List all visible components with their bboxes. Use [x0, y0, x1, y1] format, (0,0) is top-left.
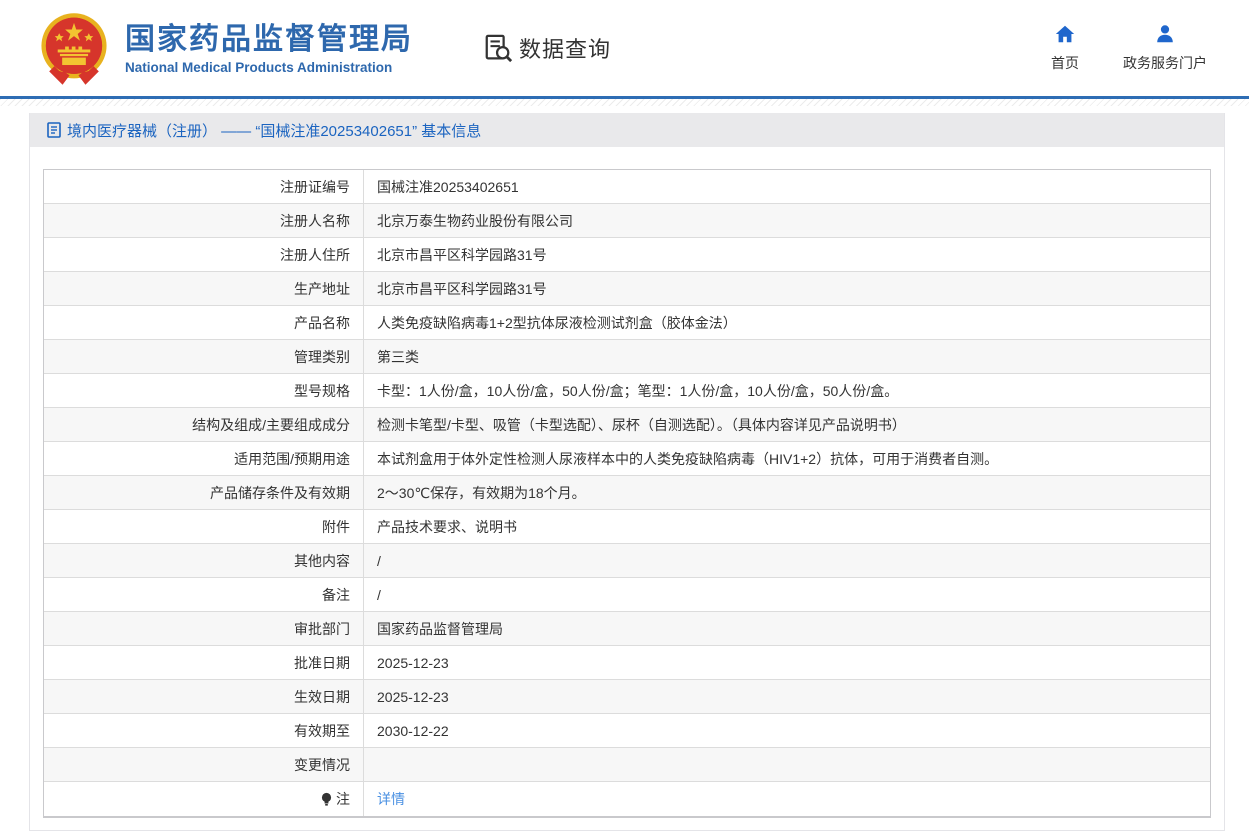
- hatch-texture-strip: [0, 99, 1249, 106]
- row-label: 型号规格: [44, 374, 364, 407]
- row-label: 产品储存条件及有效期: [44, 476, 364, 509]
- table-row: 生效日期2025-12-23: [44, 680, 1210, 714]
- note-label: 注: [336, 789, 350, 809]
- table-row: 有效期至2030-12-22: [44, 714, 1210, 748]
- page-title: 境内医疗器械（注册） —— “国械注准20253402651” 基本信息: [67, 120, 481, 141]
- row-label: 审批部门: [44, 612, 364, 645]
- org-name-cn: 国家药品监督管理局: [125, 22, 413, 58]
- user-icon: [1154, 23, 1176, 45]
- table-row: 注册证编号国械注准20253402651: [44, 170, 1210, 204]
- table-row: 结构及组成/主要组成成分检测卡笔型/卡型、吸管（卡型选配）、尿杯（自测选配）。（…: [44, 408, 1210, 442]
- data-query-section: 数据查询: [483, 32, 611, 64]
- row-value: 卡型：1人份/盒，10人份/盒，50人份/盒；笔型：1人份/盒，10人份/盒，5…: [364, 374, 1210, 407]
- row-value: /: [364, 544, 1210, 577]
- home-icon: [1054, 23, 1076, 45]
- table-row: 产品储存条件及有效期2～30℃保存，有效期为18个月。: [44, 476, 1210, 510]
- row-value: 国家药品监督管理局: [364, 612, 1210, 645]
- data-query-label: 数据查询: [519, 32, 611, 64]
- table-row: 管理类别第三类: [44, 340, 1210, 374]
- row-label: 有效期至: [44, 714, 364, 747]
- row-value: 2025-12-23: [364, 680, 1210, 713]
- document-search-icon: [483, 33, 513, 63]
- row-value: 2030-12-22: [364, 714, 1210, 747]
- row-value: /: [364, 578, 1210, 611]
- nav-item-label: 政务服务门户: [1123, 53, 1207, 73]
- row-label: 批准日期: [44, 646, 364, 679]
- row-label: 附件: [44, 510, 364, 543]
- row-label: 产品名称: [44, 306, 364, 339]
- row-value: 北京市昌平区科学园路31号: [364, 238, 1210, 271]
- table-row: 注册人名称北京万泰生物药业股份有限公司: [44, 204, 1210, 238]
- table-row: 适用范围/预期用途本试剂盒用于体外定性检测人尿液样本中的人类免疫缺陷病毒（HIV…: [44, 442, 1210, 476]
- row-label: 备注: [44, 578, 364, 611]
- bulb-icon: [320, 792, 333, 807]
- row-value: 2～30℃保存，有效期为18个月。: [364, 476, 1210, 509]
- row-label: 结构及组成/主要组成成分: [44, 408, 364, 441]
- table-row: 其他内容/: [44, 544, 1210, 578]
- row-label: 其他内容: [44, 544, 364, 577]
- row-label: 注册人住所: [44, 238, 364, 271]
- table-row-note: 注 详情: [44, 782, 1210, 816]
- row-label: 适用范围/预期用途: [44, 442, 364, 475]
- document-icon: [47, 122, 61, 138]
- nav-item-gov-portal[interactable]: 政务服务门户: [1115, 23, 1215, 73]
- content-container: 境内医疗器械（注册） —— “国械注准20253402651” 基本信息 注册证…: [29, 113, 1225, 831]
- note-detail-link[interactable]: 详情: [377, 789, 405, 809]
- row-value: 北京市昌平区科学园路31号: [364, 272, 1210, 305]
- top-nav: 首页 政务服务门户: [1015, 23, 1215, 73]
- row-label: 管理类别: [44, 340, 364, 373]
- table-row: 备注/: [44, 578, 1210, 612]
- table-row: 注册人住所北京市昌平区科学园路31号: [44, 238, 1210, 272]
- row-value: [364, 748, 1210, 781]
- row-value: 人类免疫缺陷病毒1+2型抗体尿液检测试剂盒（胶体金法）: [364, 306, 1210, 339]
- row-value: 本试剂盒用于体外定性检测人尿液样本中的人类免疫缺陷病毒（HIV1+2）抗体，可用…: [364, 442, 1210, 475]
- row-label: 变更情况: [44, 748, 364, 781]
- org-name-en: National Medical Products Administration: [125, 60, 413, 75]
- table-row: 附件产品技术要求、说明书: [44, 510, 1210, 544]
- national-emblem-logo: [37, 11, 111, 85]
- table-row: 变更情况: [44, 748, 1210, 782]
- table-row: 生产地址北京市昌平区科学园路31号: [44, 272, 1210, 306]
- row-value: 国械注准20253402651: [364, 170, 1210, 203]
- row-label: 注册人名称: [44, 204, 364, 237]
- table-row: 审批部门国家药品监督管理局: [44, 612, 1210, 646]
- row-label: 生产地址: [44, 272, 364, 305]
- row-label: 注册证编号: [44, 170, 364, 203]
- row-value: 北京万泰生物药业股份有限公司: [364, 204, 1210, 237]
- table-row: 产品名称人类免疫缺陷病毒1+2型抗体尿液检测试剂盒（胶体金法）: [44, 306, 1210, 340]
- breadcrumb: 境内医疗器械（注册） —— “国械注准20253402651” 基本信息: [30, 113, 1224, 147]
- row-value: 2025-12-23: [364, 646, 1210, 679]
- registration-info-table: 注册证编号国械注准20253402651 注册人名称北京万泰生物药业股份有限公司…: [43, 169, 1211, 818]
- row-value: 详情: [364, 782, 1210, 816]
- table-row: 型号规格卡型：1人份/盒，10人份/盒，50人份/盒；笔型：1人份/盒，10人份…: [44, 374, 1210, 408]
- site-header: 国家药品监督管理局 National Medical Products Admi…: [0, 0, 1249, 96]
- row-value: 第三类: [364, 340, 1210, 373]
- row-label: 生效日期: [44, 680, 364, 713]
- nav-item-home[interactable]: 首页: [1015, 23, 1115, 73]
- nav-item-label: 首页: [1051, 53, 1079, 73]
- row-label: 注: [44, 782, 364, 816]
- row-value: 产品技术要求、说明书: [364, 510, 1210, 543]
- row-value: 检测卡笔型/卡型、吸管（卡型选配）、尿杯（自测选配）。（具体内容详见产品说明书）: [364, 408, 1210, 441]
- table-row: 批准日期2025-12-23: [44, 646, 1210, 680]
- org-title-block: 国家药品监督管理局 National Medical Products Admi…: [125, 22, 413, 75]
